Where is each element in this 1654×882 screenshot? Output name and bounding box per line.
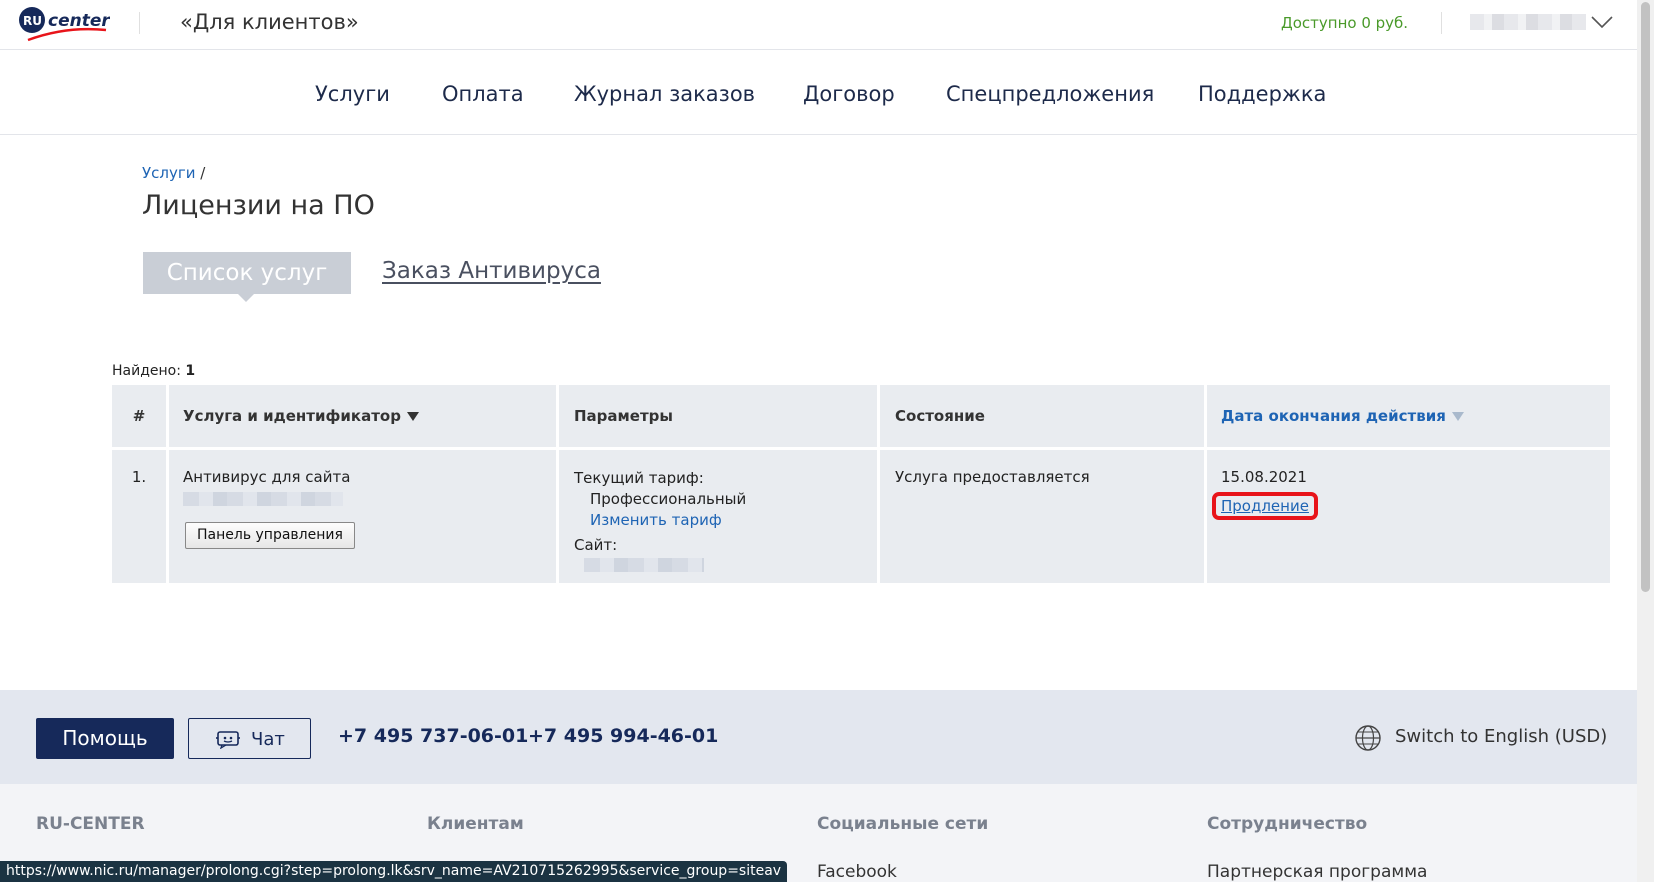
sort-down-icon[interactable] — [1451, 412, 1464, 421]
tariff-value: Профессиональный — [590, 490, 747, 508]
phone-2[interactable]: +7 495 994-46-01 — [528, 725, 718, 747]
header-number: # — [112, 385, 166, 447]
end-date-cell: 15.08.2021 Продление — [1207, 450, 1610, 583]
change-tariff-link[interactable]: Изменить тариф — [574, 510, 877, 531]
header-end-date[interactable]: Дата окончания действия — [1207, 385, 1610, 447]
svg-text:center: center — [48, 11, 110, 31]
table-header-row: # Услуга и идентификатор Параметры Состо… — [112, 385, 1610, 447]
found-label: Найдено: — [112, 363, 181, 379]
service-name: Антивирус для сайта — [183, 468, 351, 486]
header-divider — [1441, 12, 1442, 34]
header-divider — [139, 12, 140, 34]
main-nav: Услуги Оплата Журнал заказов Договор Спе… — [0, 50, 1637, 135]
site-name-blurred — [584, 558, 704, 572]
tab-service-list[interactable]: Список услуг — [143, 252, 351, 302]
parameters-cell: Текущий тариф: Профессиональный Изменить… — [559, 450, 877, 583]
nav-item-orders[interactable]: Журнал заказов — [574, 82, 755, 106]
chevron-down-icon[interactable] — [1590, 14, 1614, 30]
header-parameters: Параметры — [559, 385, 877, 447]
status-cell: Услуга предоставляется — [880, 450, 1204, 583]
globe-icon — [1355, 725, 1381, 751]
language-label[interactable]: Switch to English (USD) — [1395, 726, 1607, 747]
end-date: 15.08.2021 — [1221, 468, 1307, 486]
scrollbar-thumb[interactable] — [1641, 2, 1650, 592]
renew-link[interactable]: Продление — [1221, 497, 1309, 515]
balance-text[interactable]: Доступно 0 руб. — [1281, 14, 1408, 32]
control-panel-button[interactable]: Панель управления — [185, 522, 355, 549]
breadcrumb-services-link[interactable]: Услуги — [142, 164, 195, 182]
renew-highlight: Продление — [1212, 492, 1318, 520]
table-row: 1. Антивирус для сайта Панель управления… — [112, 450, 1610, 583]
ru-center-logo[interactable]: RU center — [18, 4, 110, 44]
service-id-blurred — [183, 492, 343, 506]
top-bar: RU center «Для клиентов» Доступно 0 руб. — [0, 0, 1637, 50]
site-title: «Для клиентов» — [180, 10, 359, 34]
nav-item-services[interactable]: Услуги — [315, 82, 390, 106]
footer-col-clients: Клиентам — [427, 814, 524, 834]
chat-bot-icon — [216, 731, 240, 749]
chat-button-label[interactable]: Чат — [251, 729, 285, 750]
account-name-blurred[interactable] — [1470, 14, 1586, 30]
service-cell: Антивирус для сайта Панель управления — [169, 450, 556, 583]
chat-button[interactable]: Чат — [188, 718, 311, 759]
found-number: 1 — [185, 363, 196, 379]
breadcrumb-separator: / — [200, 164, 206, 182]
header-service[interactable]: Услуга и идентификатор — [169, 385, 556, 447]
footer-col-social: Социальные сети — [817, 814, 989, 834]
scrollbar[interactable] — [1637, 0, 1654, 882]
svg-text:RU: RU — [23, 14, 42, 28]
help-button[interactable]: Помощь — [36, 718, 174, 759]
nav-item-contract[interactable]: Договор — [803, 82, 895, 106]
tariff-label: Текущий тариф: — [574, 469, 704, 487]
footer-col-rucenter: RU-CENTER — [36, 814, 145, 834]
row-number: 1. — [112, 450, 166, 583]
status-bar-url: https://www.nic.ru/manager/prolong.cgi?s… — [0, 861, 788, 882]
nav-item-offers[interactable]: Спецпредложения — [946, 82, 1154, 106]
sort-down-icon[interactable] — [406, 412, 419, 421]
phone-1[interactable]: +7 495 737-06-01 — [338, 725, 528, 747]
tab-order-antivirus[interactable]: Заказ Антивируса — [382, 258, 601, 284]
header-end-date-label[interactable]: Дата окончания действия — [1221, 407, 1446, 425]
found-count: Найдено: 1 — [112, 363, 195, 379]
footer-link-partner-program[interactable]: Партнерская программа — [1207, 862, 1427, 882]
nav-item-payment[interactable]: Оплата — [442, 82, 524, 106]
nav-item-support[interactable]: Поддержка — [1198, 82, 1326, 106]
header-service-label[interactable]: Услуга и идентификатор — [183, 407, 401, 425]
footer-col-partnership: Сотрудничество — [1207, 814, 1368, 834]
breadcrumb: Услуги / — [142, 164, 205, 182]
page-title: Лицензии на ПО — [142, 190, 375, 221]
footer-link-facebook[interactable]: Facebook — [817, 862, 897, 882]
header-status: Состояние — [880, 385, 1204, 447]
footer-contact-bar: Помощь Чат +7 495 737-06-01 +7 495 994-4… — [0, 690, 1637, 784]
site-label: Сайт: — [574, 536, 618, 554]
